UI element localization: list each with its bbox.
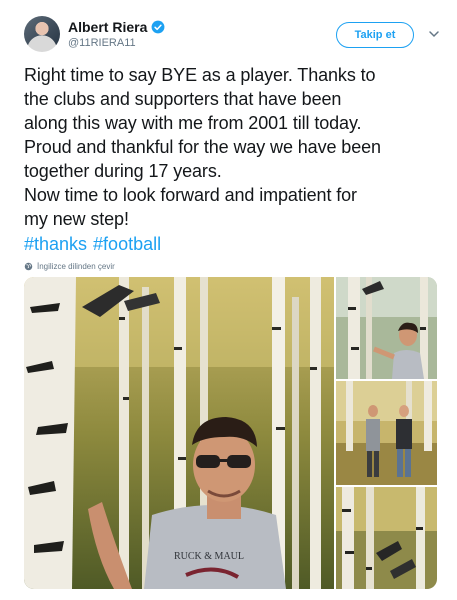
follow-button[interactable]: Takip et — [336, 22, 414, 48]
chevron-down-icon[interactable] — [428, 28, 440, 40]
hashtag-row: #thanks #football — [24, 232, 161, 256]
shirt-print: RUCK & MAUL — [174, 551, 244, 562]
globe-icon — [24, 262, 33, 271]
display-name[interactable]: Albert Riera — [68, 19, 147, 35]
verified-badge-icon — [151, 20, 165, 34]
photo-main-image: RUCK & MAUL — [24, 277, 334, 589]
photo-bottom-right-image — [336, 487, 437, 589]
hashtag-football[interactable]: #football — [93, 232, 161, 256]
tweet-line: Now time to look forward and impatient f… — [24, 185, 357, 205]
translate-label[interactable]: İngilizce dilinden çevir — [37, 262, 115, 271]
photo-top-right[interactable] — [336, 277, 437, 379]
tweet-line: together during 17 years. — [24, 161, 222, 181]
tweet-line: Proud and thankful for the way we have b… — [24, 137, 381, 157]
media-grid: RUCK & MAUL — [24, 277, 437, 589]
tweet-line: Right time to say BYE as a player. Thank… — [24, 65, 376, 85]
photo-top-right-image — [336, 277, 437, 379]
author-name-row[interactable]: Albert Riera — [68, 19, 165, 35]
photo-middle-right-image — [336, 381, 437, 485]
user-handle[interactable]: @11RIERA11 — [68, 37, 136, 49]
tweet-text: Right time to say BYE as a player. Thank… — [24, 63, 444, 231]
photo-middle-right[interactable] — [336, 381, 437, 485]
tweet-line: along this way with me from 2001 till to… — [24, 113, 362, 133]
hashtag-thanks[interactable]: #thanks — [24, 232, 87, 256]
avatar[interactable] — [24, 16, 60, 52]
tweet-header: Albert Riera @11RIERA11 Takip et — [24, 16, 444, 56]
photo-main[interactable]: RUCK & MAUL — [24, 277, 334, 589]
tweet-line: my new step! — [24, 209, 129, 229]
photo-bottom-right[interactable] — [336, 487, 437, 589]
translate-link[interactable]: İngilizce dilinden çevir — [24, 262, 115, 271]
tweet-line: the clubs and supporters that have been — [24, 89, 342, 109]
